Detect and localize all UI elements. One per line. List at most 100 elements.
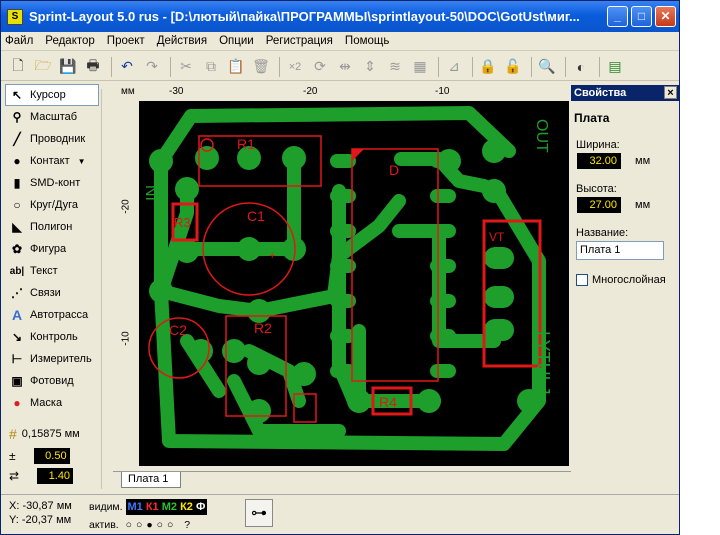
cut-icon[interactable]: ✂ [175,56,197,78]
toolbar-separator [170,56,171,77]
layer-selector: видим. М1 К1 М2 К2 Ф актив. ○○●○○ ? [89,499,208,533]
transparency-icon[interactable]: ◐ [570,56,592,78]
save-icon[interactable]: 💾 [57,56,79,78]
copy-icon[interactable]: ⧉ [200,56,222,78]
active-layer-radios[interactable]: ○○●○○ [126,519,178,531]
close-icon[interactable]: × [664,86,677,99]
label-d: D [389,162,399,178]
new-icon[interactable]: 🗋 [7,56,29,78]
tool-polygon[interactable]: ◣ Полигон [1,216,113,238]
snap-icon[interactable]: ⊿ [443,56,465,78]
tab-board-1[interactable]: Плата 1 [121,472,181,488]
ruler-unit: мм [121,86,135,97]
tool-connections[interactable]: ⋰ Связи [1,282,113,304]
menu-file[interactable]: Файл [5,35,33,47]
group-icon[interactable]: ▦ [409,56,431,78]
menu-options[interactable]: Опции [219,35,254,47]
tool-smd[interactable]: ▮ SMD-конт [1,172,113,194]
track-width-icon: ± [9,449,16,463]
lock-icon[interactable]: 🔒 [477,56,499,78]
paste-icon[interactable]: 📋 [225,56,247,78]
close-button[interactable]: ✕ [655,6,676,27]
rotate-icon[interactable]: ⟳ [309,56,331,78]
tool-zoom[interactable]: ⚲ Масштаб [1,106,113,128]
menu-actions[interactable]: Действия [157,35,207,47]
width-unit: мм [635,155,651,167]
toolbar-separator [565,56,566,77]
ruler-label: -20 [303,86,318,97]
label-c2: C2 [169,322,187,338]
tool-label: Полигон [30,221,73,233]
minimize-button[interactable]: _ [607,6,628,27]
ruler-left: -20 -10 [117,99,137,469]
layer-k1[interactable]: К1 [146,501,159,513]
align-icon[interactable]: ≋ [384,56,406,78]
tool-photo[interactable]: ▣ Фотовид [1,370,113,392]
tool-label: Масштаб [30,111,78,123]
zoom-all-icon[interactable]: 🔍 [536,56,558,78]
pad-size-row: ⇄ 1.40 [1,466,113,486]
delete-icon[interactable]: 🗑 [250,56,272,78]
menu-edit[interactable]: Редактор [45,35,95,47]
mirror-h-icon[interactable]: ⇹ [334,56,356,78]
menu-registration[interactable]: Регистрация [266,35,333,47]
maximize-button[interactable]: □ [631,6,652,27]
width-field[interactable]: 32.00 [577,153,621,169]
pcb-canvas[interactable]: R1 R3 C1 + D C2 R2 R4 VT IN OUT LYTULJ [139,101,569,466]
title-bar[interactable]: S Sprint-Layout 5.0 rus - [D:\лютый\пайк… [1,1,679,32]
tool-figure[interactable]: ✿ Фигура [1,238,113,260]
tool-cursor[interactable]: ↖ Курсор [5,84,99,106]
layer-m1[interactable]: М1 [128,501,143,513]
redo-icon[interactable]: ↷ [141,56,163,78]
ruler-label: -30 [169,86,184,97]
board-name-field[interactable]: Плата 1 [576,241,664,260]
print-icon[interactable]: 🖶 [82,56,104,78]
menu-help[interactable]: Помощь [345,35,389,47]
tool-check[interactable]: ↘ Контроль [1,326,113,348]
tool-label: Фотовид [30,375,74,387]
mirror-v-icon[interactable]: ⇕ [359,56,381,78]
status-bar: X: -30,87 мм Y: -20,37 мм видим. М1 К1 М… [1,494,679,534]
toolbar-separator [438,56,439,77]
checkbox-box[interactable] [576,274,588,286]
label-plus: + [269,250,275,262]
tool-circle[interactable]: ○ Круг/Дуга [1,194,113,216]
tools-scrollbar[interactable] [101,89,113,489]
layer-f[interactable]: Ф [196,501,205,513]
tool-label: Автотрасса [30,309,89,321]
layers-icon[interactable]: ▤ [604,56,626,78]
board-tabs: Плата 1 [113,471,571,488]
pin1-marker [352,149,364,161]
track-width-field[interactable]: 0.50 [33,448,70,464]
pcb-track-icon[interactable]: ⊶ [245,499,273,527]
tool-label: Курсор [30,89,66,101]
pad-size-field[interactable]: 1.40 [37,468,74,484]
layer-k2[interactable]: К2 [180,501,193,513]
layer-m2[interactable]: М2 [162,501,177,513]
undo-icon[interactable]: ↶ [116,56,138,78]
menu-project[interactable]: Проект [107,35,145,47]
open-icon[interactable]: 🗁 [32,56,54,78]
tool-pad[interactable]: ● Контакт ▼ [1,150,113,172]
tool-measure[interactable]: ⊢ Измеритель [1,348,113,370]
tool-track[interactable]: ╱ Проводник [1,128,113,150]
tool-mask[interactable]: ● Маска [1,392,113,414]
window-title: Sprint-Layout 5.0 rus - [D:\лютый\пайка\… [29,9,580,24]
tool-label: SMD-конт [30,177,81,189]
chevron-down-icon[interactable]: ▼ [78,157,86,166]
multilayer-checkbox[interactable]: Многослойная [576,274,679,286]
cursor-icon: ↖ [11,88,23,102]
height-unit: мм [635,199,651,211]
height-field[interactable]: 27.00 [577,197,621,213]
tool-text[interactable]: ab| Текст [1,260,113,282]
tool-autoroute[interactable]: A Автотрасса [1,304,113,326]
text-icon: ab| [9,265,25,277]
grid-setting[interactable]: #0,15875 мм [1,422,113,446]
tool-label: Круг/Дуга [30,199,79,211]
label-out: OUT [533,119,550,153]
unlock-icon[interactable]: 🔓 [502,56,524,78]
properties-section: Плата [574,111,610,125]
duplicate-icon[interactable]: ×2 [284,56,306,78]
help-mark[interactable]: ? [184,519,190,531]
label-r3: R3 [174,215,191,230]
